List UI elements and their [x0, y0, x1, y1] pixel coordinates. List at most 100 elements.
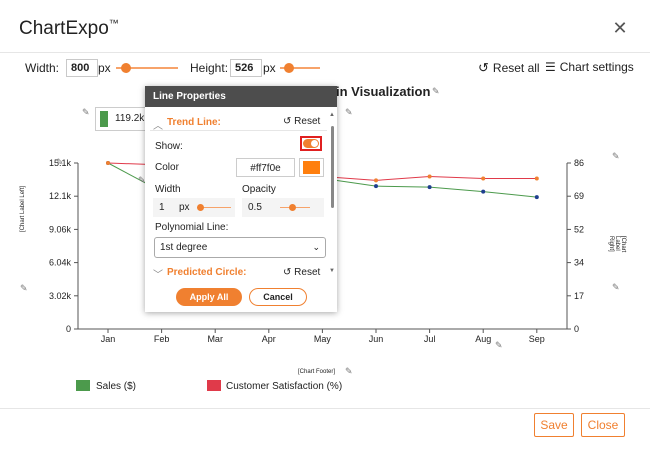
save-button[interactable]: Save: [534, 413, 574, 437]
width-label: Width:: [25, 61, 60, 75]
line-width-input[interactable]: 1: [159, 202, 165, 213]
scroll-up-arrow[interactable]: ▲: [329, 112, 335, 118]
data-point-satisfaction: [481, 176, 486, 181]
left-axis-label: [Chart Label Left]: [20, 185, 26, 232]
x-tick-label: Sep: [529, 334, 545, 344]
data-point-satisfaction: [374, 178, 378, 183]
series-line-satisfaction: [429, 176, 484, 179]
reset-icon: ↺: [283, 116, 292, 127]
apply-all-button[interactable]: Apply All: [176, 288, 242, 306]
edit-pencil-icon[interactable]: ✎: [56, 157, 64, 168]
width-slider-thumb[interactable]: [121, 63, 131, 73]
color-label: Color: [155, 162, 179, 173]
opacity-input[interactable]: 0.5: [248, 202, 262, 213]
x-tick-label: Jul: [424, 334, 436, 344]
data-point-sales: [481, 189, 486, 194]
header-divider: [0, 52, 650, 53]
series-line-sales: [429, 186, 484, 193]
close-icon[interactable]: ✕: [612, 19, 628, 37]
y-left-tick-label: 0: [66, 324, 71, 334]
legend-satisfaction[interactable]: Customer Satisfaction (%): [226, 381, 342, 392]
right-axis-label: [Chart Label Right]: [608, 236, 626, 253]
predicted-reset-button[interactable]: ↺ Reset: [283, 267, 320, 278]
y-right-tick-label: 52: [574, 224, 584, 234]
x-tick-label: Apr: [262, 334, 276, 344]
color-hex-input[interactable]: #ff7f0e: [236, 158, 295, 177]
close-button[interactable]: Close: [581, 413, 625, 437]
height-label: Height:: [190, 61, 229, 75]
opacity-control: 0.5: [242, 198, 324, 217]
width-control: 1 px: [153, 198, 235, 217]
app-title: ChartExpo™: [19, 18, 119, 39]
data-point-satisfaction: [534, 176, 539, 181]
height-slider-thumb[interactable]: [284, 63, 294, 73]
polynomial-label: Polynomial Line:: [155, 222, 229, 233]
x-tick-label: Mar: [207, 334, 223, 344]
height-unit: px: [263, 61, 276, 75]
legend-sales[interactable]: Sales ($): [96, 381, 136, 392]
y-right-tick-label: 86: [574, 158, 584, 168]
data-point-satisfaction: [106, 161, 110, 165]
y-right-tick-label: 69: [574, 191, 584, 201]
series-line-satisfaction: [375, 176, 430, 181]
edit-footer-icon[interactable]: ✎: [345, 366, 353, 377]
trend-line-title[interactable]: Trend Line:: [167, 117, 221, 128]
y-right-tick-label: 0: [574, 324, 579, 334]
legend-swatch-sales[interactable]: [76, 380, 90, 391]
footer-divider: [0, 408, 650, 409]
line-properties-panel: Line Properties ︿ Trend Line: ↺ Reset Sh…: [145, 86, 337, 312]
series-line-sales: [375, 185, 430, 188]
color-swatch: [303, 161, 320, 174]
chevron-down-icon[interactable]: ﹀: [153, 266, 163, 281]
panel-scrollbar[interactable]: [331, 126, 334, 208]
y-left-tick-label: 12.1k: [49, 191, 72, 201]
chart-footer: [Chart Footer]: [298, 369, 336, 375]
polynomial-value: 1st degree: [160, 242, 208, 253]
x-tick-label: Aug: [475, 334, 491, 344]
width-unit: px: [98, 61, 111, 75]
legend-swatch-satisfaction[interactable]: [207, 380, 221, 391]
cancel-button[interactable]: Cancel: [249, 288, 307, 306]
panel-title: Line Properties: [145, 86, 337, 107]
x-tick-label: Jun: [369, 334, 384, 344]
height-input[interactable]: 526: [230, 59, 262, 77]
edit-left-label-icon[interactable]: ✎: [20, 283, 28, 294]
x-tick-label: Jan: [101, 334, 116, 344]
data-point-sales: [427, 185, 432, 190]
chevron-down-icon: ⌄: [312, 242, 320, 252]
opacity-label: Opacity: [242, 184, 276, 195]
width-label: Width: [155, 184, 181, 195]
polynomial-select[interactable]: 1st degree ⌄: [154, 237, 326, 258]
y-left-tick-label: 6.04k: [49, 258, 72, 268]
opacity-slider-thumb[interactable]: [289, 204, 296, 211]
width-input[interactable]: 800: [66, 59, 98, 77]
reset-all-button[interactable]: ↺ Reset all: [478, 60, 540, 76]
x-tick-label: May: [314, 334, 332, 344]
edit-right-label-icon[interactable]: ✎: [612, 282, 620, 293]
edit-pencil-icon[interactable]: ✎: [495, 340, 503, 351]
chart-settings-button[interactable]: ☰ Chart settings: [545, 60, 634, 74]
y-left-tick-label: 9.06k: [49, 224, 72, 234]
settings-sliders-icon: ☰: [545, 60, 556, 74]
line-width-slider-thumb[interactable]: [197, 204, 204, 211]
y-left-tick-label: 3.02k: [49, 291, 72, 301]
color-picker-button[interactable]: [299, 158, 324, 177]
show-toggle[interactable]: [303, 139, 319, 148]
data-point-sales: [534, 195, 539, 200]
chart-settings-label: Chart settings: [559, 60, 634, 74]
show-label: Show:: [155, 141, 183, 152]
data-point-satisfaction: [427, 174, 432, 179]
x-tick-label: Feb: [154, 334, 170, 344]
data-point-sales: [374, 184, 378, 189]
reset-all-label: Reset all: [492, 61, 540, 75]
edit-pencil-icon[interactable]: ✎: [612, 151, 620, 162]
series-line-sales: [483, 191, 537, 198]
reset-icon: ↺: [283, 267, 292, 278]
y-right-tick-label: 17: [574, 291, 584, 301]
scroll-down-arrow[interactable]: ▼: [329, 268, 335, 274]
line-width-unit: px: [179, 202, 190, 213]
predicted-circle-title[interactable]: Predicted Circle:: [167, 267, 246, 278]
divider: [150, 130, 327, 131]
y-right-tick-label: 34: [574, 258, 584, 268]
trend-reset-button[interactable]: ↺ Reset: [283, 116, 320, 127]
